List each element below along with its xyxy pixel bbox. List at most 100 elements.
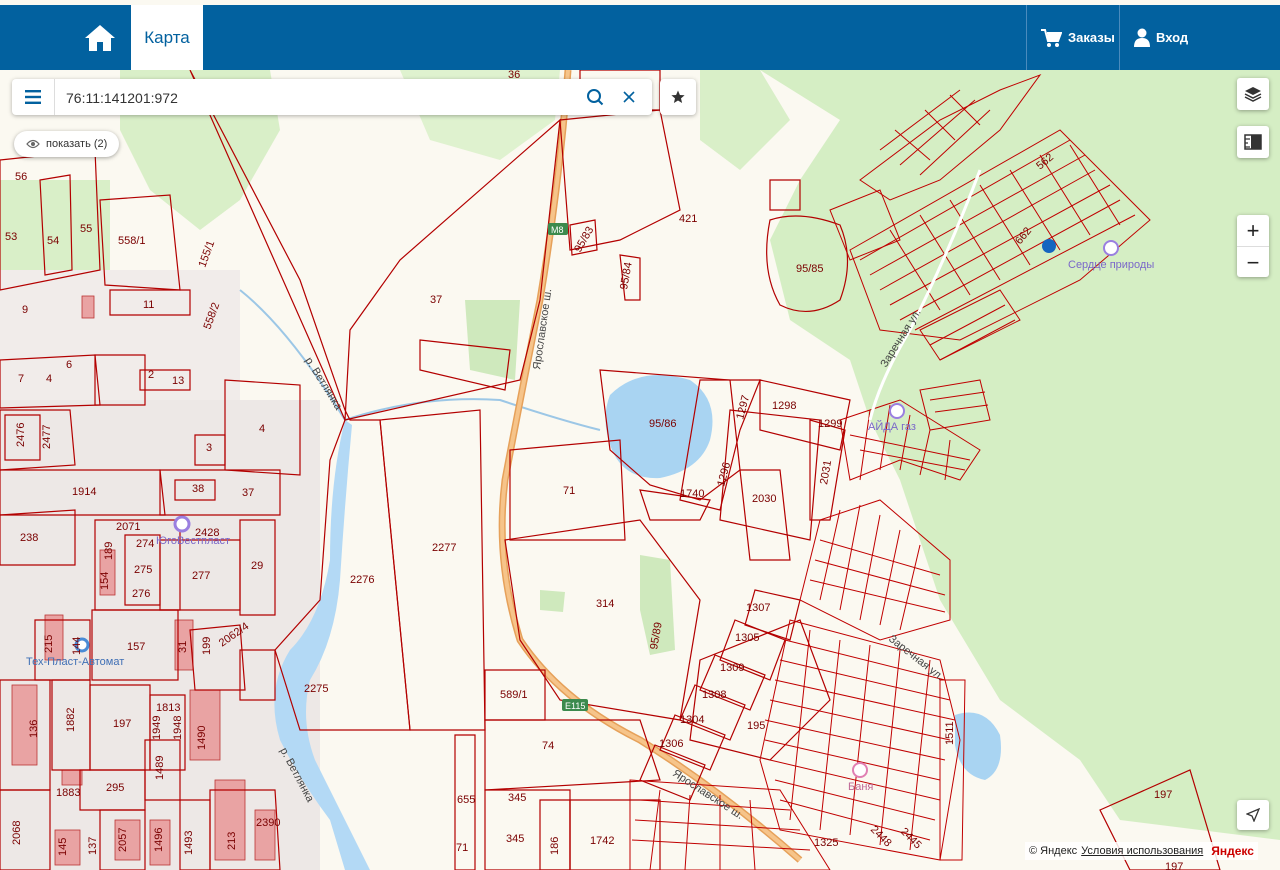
tab-map[interactable]: Карта <box>131 5 203 70</box>
parcel-label[interactable]: 136 <box>28 720 40 738</box>
parcel-label[interactable]: 38 <box>192 483 204 495</box>
parcel-label[interactable]: 37 <box>242 487 254 499</box>
terms-link[interactable]: Условия использования <box>1081 845 1203 857</box>
parcel-label[interactable]: 197 <box>113 718 131 730</box>
parcel-label[interactable]: 7 <box>18 373 24 385</box>
parcel-label[interactable]: 1511 <box>944 721 956 745</box>
parcel-label[interactable]: 215 <box>43 635 55 653</box>
menu-button[interactable] <box>12 79 55 115</box>
parcel-label[interactable]: 345 <box>506 833 524 845</box>
show-button[interactable]: показать (2) <box>14 131 120 157</box>
parcel-label[interactable]: 314 <box>596 598 614 610</box>
parcel-label[interactable]: 195 <box>747 720 765 732</box>
parcel-label[interactable]: 145 <box>57 838 69 856</box>
parcel-label[interactable]: 4 <box>259 423 265 435</box>
parcel-label[interactable]: 144 <box>71 637 83 655</box>
parcel-label[interactable]: 2030 <box>752 493 776 505</box>
parcel-label[interactable]: 1948 <box>172 716 184 740</box>
parcel-label[interactable]: 295 <box>106 782 124 794</box>
parcel-label[interactable]: 11 <box>143 299 154 311</box>
parcel-label[interactable]: 1489 <box>154 756 166 780</box>
parcel-label[interactable]: 1304 <box>680 714 704 726</box>
parcel-label[interactable]: 55 <box>80 223 92 235</box>
parcel-label[interactable]: 197 <box>1165 861 1183 870</box>
geolocation-button[interactable] <box>1237 800 1269 830</box>
parcel-label[interactable]: 199 <box>201 637 213 655</box>
parcel-label[interactable]: 1949 <box>151 716 163 740</box>
parcel-label[interactable]: 189 <box>103 542 115 560</box>
parcel-label[interactable]: 1298 <box>772 400 796 412</box>
parcel-label[interactable]: 29 <box>251 560 263 572</box>
orders-button[interactable]: Заказы <box>1040 5 1115 70</box>
favorite-button[interactable] <box>660 79 696 115</box>
parcel-label[interactable]: 1882 <box>65 708 77 732</box>
parcel-label[interactable]: 154 <box>99 572 111 590</box>
parcel-label[interactable]: 2276 <box>350 574 374 586</box>
parcel-label[interactable]: 31 <box>177 641 189 653</box>
parcel-label[interactable]: 74 <box>542 740 554 752</box>
parcel-label[interactable]: 2057 <box>117 828 129 852</box>
home-button[interactable] <box>70 5 130 70</box>
parcel-label[interactable]: 71 <box>563 485 575 497</box>
parcel-label[interactable]: 186 <box>549 837 561 855</box>
parcel-label[interactable]: 2428 <box>195 527 219 539</box>
parcel-label[interactable]: 54 <box>47 235 59 247</box>
parcel-label[interactable]: 277 <box>192 570 210 582</box>
parcel-label[interactable]: 421 <box>679 213 697 225</box>
parcel-label[interactable]: 95/85 <box>796 263 824 275</box>
parcel-label[interactable]: 2277 <box>432 542 456 554</box>
parcel-label[interactable]: 9 <box>22 304 28 316</box>
parcel-label[interactable]: 1496 <box>153 828 165 852</box>
parcel-label[interactable]: 157 <box>127 641 145 653</box>
parcel-label[interactable]: 2275 <box>304 683 328 695</box>
parcel-label[interactable]: 2 <box>148 369 154 381</box>
parcel-label[interactable]: 1742 <box>590 835 614 847</box>
search-button[interactable] <box>579 79 611 115</box>
parcel-label[interactable]: 2068 <box>11 821 23 845</box>
parcel-label[interactable]: 71 <box>456 842 468 854</box>
parcel-label[interactable]: 1490 <box>196 726 208 750</box>
parcel-label[interactable]: 1299 <box>818 418 842 430</box>
parcel-label[interactable]: 1740 <box>680 488 704 500</box>
parcel-label[interactable]: 53 <box>5 231 17 243</box>
parcel-label[interactable]: 1493 <box>183 831 195 855</box>
parcel-label[interactable]: 1305 <box>735 632 759 644</box>
parcel-label[interactable]: 1309 <box>720 662 744 674</box>
parcel-label[interactable]: 1308 <box>702 689 726 701</box>
cadastral-map[interactable]: M8 E115 Ярославское ш. Ярославское ш. р.… <box>0 0 1280 870</box>
parcel-label[interactable]: 2476 <box>15 423 27 447</box>
parcel-label[interactable]: 1306 <box>659 738 683 750</box>
zoom-out-button[interactable]: − <box>1237 247 1269 278</box>
parcel-label[interactable]: 4 <box>46 373 52 385</box>
parcel-label[interactable]: 1813 <box>156 702 180 714</box>
parcel-label[interactable]: 197 <box>1154 789 1172 801</box>
parcel-label[interactable]: 1325 <box>814 837 838 849</box>
parcel-label[interactable]: 6 <box>66 359 72 371</box>
login-button[interactable]: Вход <box>1134 5 1188 70</box>
parcel-label[interactable]: 558/1 <box>118 235 146 247</box>
zoom-in-button[interactable]: + <box>1237 215 1269 247</box>
parcel-label[interactable]: 137 <box>87 837 99 855</box>
parcel-label[interactable]: 276 <box>132 588 150 600</box>
parcel-label[interactable]: 13 <box>172 375 184 387</box>
clear-button[interactable] <box>613 79 645 115</box>
ruler-button[interactable] <box>1237 126 1269 158</box>
parcel-label[interactable]: 274 <box>136 538 154 550</box>
layers-button[interactable] <box>1237 78 1269 110</box>
parcel-label[interactable]: 275 <box>134 564 152 576</box>
parcel-label[interactable]: 2477 <box>41 425 53 449</box>
parcel-label[interactable]: 37 <box>430 294 442 306</box>
parcel-label[interactable]: 589/1 <box>500 689 528 701</box>
parcel-label[interactable]: 95/86 <box>649 418 677 430</box>
parcel-label[interactable]: 345 <box>508 792 526 804</box>
parcel-label[interactable]: 238 <box>20 532 38 544</box>
parcel-label[interactable]: 2390 <box>256 817 280 829</box>
search-input[interactable] <box>64 85 588 111</box>
parcel-label[interactable]: 1307 <box>746 602 770 614</box>
parcel-label[interactable]: 1883 <box>56 787 80 799</box>
parcel-label[interactable]: 2071 <box>116 521 140 533</box>
selected-parcel-marker[interactable] <box>1042 239 1056 253</box>
parcel-label[interactable]: 3 <box>206 442 212 454</box>
parcel-label[interactable]: 213 <box>226 832 238 850</box>
parcel-label[interactable]: 56 <box>15 171 27 183</box>
